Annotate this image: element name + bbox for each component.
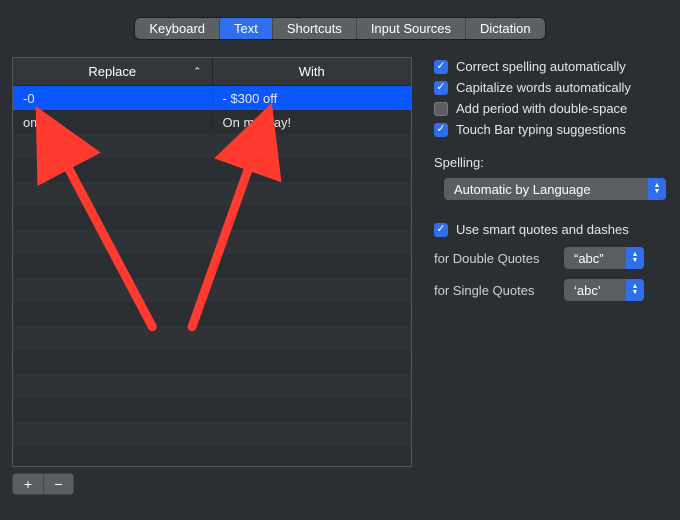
- spelling-select[interactable]: Automatic by Language ▲▼: [444, 178, 666, 200]
- column-header-label: With: [299, 64, 325, 79]
- checkbox-icon: ✓: [434, 223, 448, 237]
- table-row-empty[interactable]: [13, 422, 411, 446]
- table-row-empty[interactable]: [13, 278, 411, 302]
- option-label: Use smart quotes and dashes: [456, 222, 629, 237]
- tab-input-sources[interactable]: Input Sources: [357, 18, 466, 39]
- touch-bar-option[interactable]: ✓ Touch Bar typing suggestions: [434, 122, 668, 137]
- select-value: Automatic by Language: [454, 182, 591, 197]
- double-quotes-label: for Double Quotes: [434, 251, 554, 266]
- column-header-with[interactable]: With: [213, 58, 412, 85]
- smart-quotes-option[interactable]: ✓ Use smart quotes and dashes: [434, 222, 668, 237]
- table-row-empty[interactable]: [13, 230, 411, 254]
- table-row-empty[interactable]: [13, 350, 411, 374]
- correct-spelling-option[interactable]: ✓ Correct spelling automatically: [434, 59, 668, 74]
- table-row-empty[interactable]: [13, 326, 411, 350]
- tab-text[interactable]: Text: [220, 18, 273, 39]
- options-panel: ✓ Correct spelling automatically ✓ Capit…: [434, 57, 668, 495]
- option-label: Correct spelling automatically: [456, 59, 626, 74]
- table-row-empty[interactable]: [13, 446, 411, 466]
- table-row-empty[interactable]: [13, 254, 411, 278]
- tab-shortcuts[interactable]: Shortcuts: [273, 18, 357, 39]
- checkbox-icon: ✓: [434, 81, 448, 95]
- table-row[interactable]: omwOn my way!: [13, 110, 411, 134]
- select-stepper-icon: ▲▼: [626, 279, 644, 301]
- cell-replace[interactable]: omw: [13, 115, 213, 130]
- column-header-label: Replace: [88, 64, 136, 79]
- select-stepper-icon: ▲▼: [626, 247, 644, 269]
- checkbox-icon: ✓: [434, 123, 448, 137]
- table-row[interactable]: -0- $300 off: [13, 86, 411, 110]
- tab-dictation[interactable]: Dictation: [466, 18, 545, 39]
- select-value: “abc”: [574, 251, 604, 266]
- table-row-empty[interactable]: [13, 182, 411, 206]
- column-header-replace[interactable]: Replace ⌃: [13, 58, 213, 85]
- option-label: Touch Bar typing suggestions: [456, 122, 626, 137]
- select-stepper-icon: ▲▼: [648, 178, 666, 200]
- option-label: Capitalize words automatically: [456, 80, 631, 95]
- tab-segmented-control: Keyboard Text Shortcuts Input Sources Di…: [135, 18, 544, 39]
- cell-replace[interactable]: -0: [13, 91, 213, 106]
- double-quotes-select[interactable]: “abc” ▲▼: [564, 247, 644, 269]
- remove-row-button[interactable]: −: [43, 474, 73, 494]
- table-row-empty[interactable]: [13, 374, 411, 398]
- spelling-label: Spelling:: [434, 155, 668, 170]
- cell-with[interactable]: - $300 off: [213, 91, 412, 106]
- capitalize-words-option[interactable]: ✓ Capitalize words automatically: [434, 80, 668, 95]
- checkbox-icon: [434, 102, 448, 116]
- single-quotes-label: for Single Quotes: [434, 283, 554, 298]
- option-label: Add period with double-space: [456, 101, 627, 116]
- table-row-empty[interactable]: [13, 302, 411, 326]
- tab-bar: Keyboard Text Shortcuts Input Sources Di…: [0, 0, 680, 57]
- table-row-empty[interactable]: [13, 158, 411, 182]
- sort-indicator-icon: ⌃: [193, 66, 201, 77]
- cell-with[interactable]: On my way!: [213, 115, 412, 130]
- add-remove-stepper: + −: [12, 473, 74, 495]
- select-value: ‘abc’: [574, 283, 601, 298]
- table-row-empty[interactable]: [13, 206, 411, 230]
- tab-keyboard[interactable]: Keyboard: [135, 18, 220, 39]
- add-period-option[interactable]: Add period with double-space: [434, 101, 668, 116]
- replacements-table: Replace ⌃ With -0- $300 offomwOn my way!: [12, 57, 412, 467]
- table-row-empty[interactable]: [13, 398, 411, 422]
- add-row-button[interactable]: +: [13, 474, 43, 494]
- single-quotes-select[interactable]: ‘abc’ ▲▼: [564, 279, 644, 301]
- table-row-empty[interactable]: [13, 134, 411, 158]
- checkbox-icon: ✓: [434, 60, 448, 74]
